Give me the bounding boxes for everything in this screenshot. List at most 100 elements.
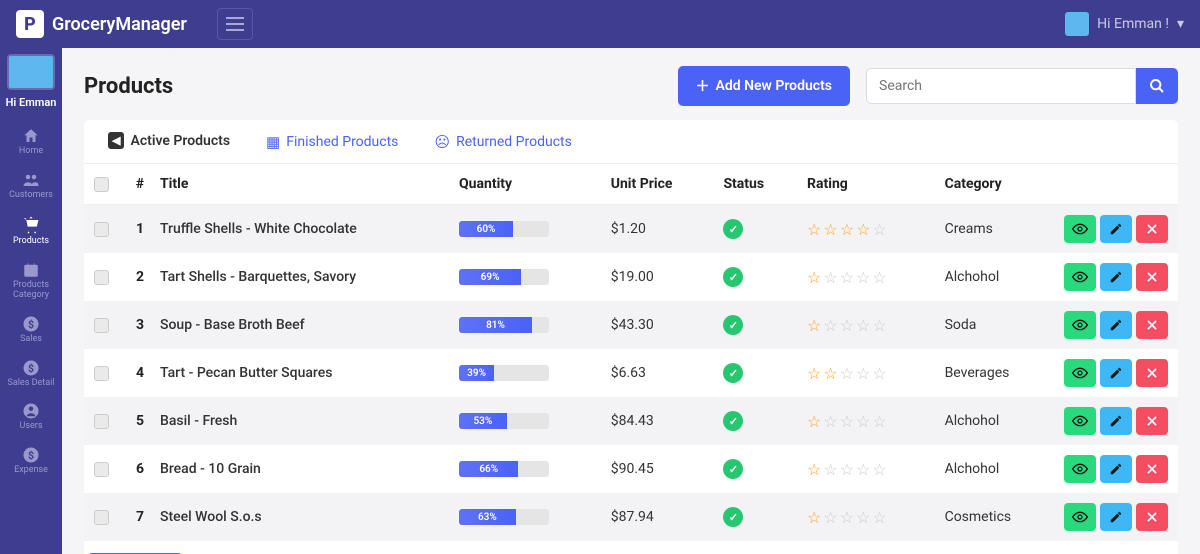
close-icon — [1145, 366, 1159, 380]
star-icon: ☆ — [840, 508, 854, 527]
row-checkbox[interactable] — [94, 222, 109, 237]
row-title[interactable]: Tart Shells - Barquettes, Savory — [150, 253, 449, 301]
row-title[interactable]: Tart - Pecan Butter Squares — [150, 349, 449, 397]
row-checkbox[interactable] — [94, 462, 109, 477]
view-button[interactable] — [1064, 455, 1096, 483]
sidebar-item-expense[interactable]: $Expense — [0, 438, 62, 482]
status-ok-icon: ✓ — [723, 507, 743, 527]
row-checkbox[interactable] — [94, 414, 109, 429]
star-icon: ☆ — [840, 268, 854, 287]
star-icon: ☆ — [823, 364, 837, 383]
col-status[interactable]: Status — [713, 164, 797, 205]
edit-button[interactable] — [1100, 455, 1132, 483]
row-checkbox[interactable] — [94, 318, 109, 333]
star-icon: ☆ — [856, 364, 870, 383]
view-button[interactable] — [1064, 311, 1096, 339]
avatar — [1065, 12, 1089, 36]
sidebar-item-home[interactable]: Home — [0, 119, 62, 163]
delete-button[interactable] — [1136, 503, 1168, 531]
plus-icon: ＋ — [696, 76, 710, 96]
edit-button[interactable] — [1100, 503, 1132, 531]
star-icon: ☆ — [823, 460, 837, 479]
add-new-products-button[interactable]: ＋ Add New Products — [678, 66, 851, 106]
eye-icon — [1072, 365, 1088, 381]
col-price[interactable]: Unit Price — [601, 164, 714, 205]
row-rating: ☆☆☆☆☆ — [807, 364, 925, 383]
edit-button[interactable] — [1100, 215, 1132, 243]
row-rating: ☆☆☆☆☆ — [807, 460, 925, 479]
view-button[interactable] — [1064, 263, 1096, 291]
user-menu[interactable]: Hi Emman ! ▾ — [1065, 12, 1184, 36]
star-icon: ☆ — [872, 412, 886, 431]
row-checkbox[interactable] — [94, 510, 109, 525]
sidebar-item-sales[interactable]: $Sales — [0, 307, 62, 351]
delete-button[interactable] — [1136, 263, 1168, 291]
row-num: 4 — [120, 349, 150, 397]
products-card: ◀Active Products▦Finished Products☹Retur… — [84, 120, 1178, 554]
table-row: 5 Basil - Fresh 53% $84.43 ✓ ☆☆☆☆☆ Alcho… — [84, 397, 1178, 445]
view-button[interactable] — [1064, 359, 1096, 387]
tab-finished-products[interactable]: ▦Finished Products — [248, 120, 416, 163]
col-title[interactable]: Title — [150, 164, 449, 205]
star-icon: ☆ — [872, 508, 886, 527]
select-all-checkbox[interactable] — [94, 177, 109, 192]
dollar-icon: $ — [22, 315, 40, 333]
status-ok-icon: ✓ — [723, 459, 743, 479]
sidebar-item-sales-detail[interactable]: $Sales Detail — [0, 351, 62, 395]
sidebar-item-products-category[interactable]: Products Category — [0, 253, 62, 307]
row-title[interactable]: Bread - 10 Grain — [150, 445, 449, 493]
tab-returned-products[interactable]: ☹Returned Products — [416, 120, 589, 163]
topbar: P GroceryManager Hi Emman ! ▾ — [0, 0, 1200, 48]
hamburger-menu[interactable] — [217, 8, 253, 40]
table-row: 4 Tart - Pecan Butter Squares 39% $6.63 … — [84, 349, 1178, 397]
star-icon: ☆ — [807, 364, 821, 383]
row-title[interactable]: Soup - Base Broth Beef — [150, 301, 449, 349]
view-button[interactable] — [1064, 215, 1096, 243]
star-icon: ☆ — [840, 364, 854, 383]
delete-button[interactable] — [1136, 407, 1168, 435]
sidebar-item-users[interactable]: Users — [0, 394, 62, 438]
col-category[interactable]: Category — [935, 164, 1054, 205]
row-rating: ☆☆☆☆☆ — [807, 508, 925, 527]
view-button[interactable] — [1064, 503, 1096, 531]
row-checkbox[interactable] — [94, 270, 109, 285]
delete-button[interactable] — [1136, 311, 1168, 339]
col-num[interactable]: # — [120, 164, 150, 205]
edit-button[interactable] — [1100, 359, 1132, 387]
row-title[interactable]: Steel Wool S.o.s — [150, 493, 449, 541]
close-icon — [1145, 414, 1159, 428]
close-icon — [1145, 270, 1159, 284]
edit-button[interactable] — [1100, 407, 1132, 435]
eye-icon — [1072, 221, 1088, 237]
search-button[interactable] — [1136, 68, 1178, 104]
row-checkbox[interactable] — [94, 366, 109, 381]
view-button[interactable] — [1064, 407, 1096, 435]
table-row: 2 Tart Shells - Barquettes, Savory 69% $… — [84, 253, 1178, 301]
star-icon: ☆ — [872, 220, 886, 239]
sidebar-item-customers[interactable]: Customers — [0, 163, 62, 207]
col-rating[interactable]: Rating — [797, 164, 935, 205]
eye-icon — [1072, 269, 1088, 285]
row-category: Cosmetics — [935, 493, 1054, 541]
row-title[interactable]: Truffle Shells - White Chocolate — [150, 205, 449, 254]
edit-button[interactable] — [1100, 311, 1132, 339]
col-qty[interactable]: Quantity — [449, 164, 601, 205]
star-icon: ☆ — [807, 508, 821, 527]
delete-button[interactable] — [1136, 455, 1168, 483]
sidebar-avatar[interactable] — [7, 54, 55, 90]
sidebar-item-products[interactable]: Products — [0, 207, 62, 253]
qty-progress: 63% — [459, 509, 549, 525]
app-name: GroceryManager — [52, 14, 187, 35]
eye-icon — [1072, 317, 1088, 333]
delete-button[interactable] — [1136, 359, 1168, 387]
table-row: 3 Soup - Base Broth Beef 81% $43.30 ✓ ☆☆… — [84, 301, 1178, 349]
search-input[interactable] — [866, 68, 1136, 104]
home-icon — [22, 127, 40, 145]
row-title[interactable]: Basil - Fresh — [150, 397, 449, 445]
delete-button[interactable] — [1136, 215, 1168, 243]
star-icon: ☆ — [823, 412, 837, 431]
dollar-icon: $ — [22, 359, 40, 377]
tab-active-products[interactable]: ◀Active Products — [90, 120, 248, 163]
edit-button[interactable] — [1100, 263, 1132, 291]
star-icon: ☆ — [823, 220, 837, 239]
